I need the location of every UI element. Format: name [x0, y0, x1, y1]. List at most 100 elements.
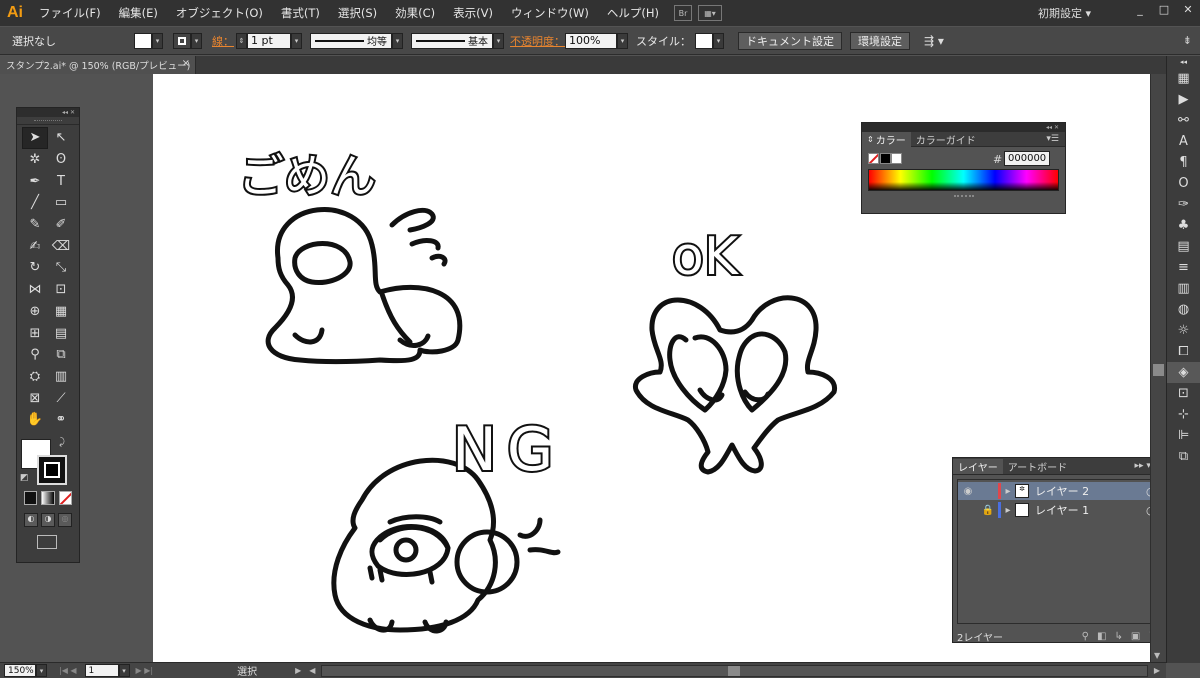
- scroll-down-arrow[interactable]: ▼: [1154, 651, 1160, 660]
- line-tool-icon[interactable]: ╱: [22, 192, 48, 214]
- profile-dropdown[interactable]: ▾: [392, 32, 403, 49]
- opentype-panel-icon[interactable]: O: [1167, 173, 1200, 194]
- draw-behind-icon[interactable]: ◑: [41, 512, 55, 527]
- magic-wand-tool-icon[interactable]: ✲: [22, 149, 48, 171]
- none-swatch[interactable]: [868, 153, 879, 164]
- rectangle-tool-icon[interactable]: ▭: [48, 192, 74, 214]
- type-tool-icon[interactable]: T: [48, 170, 74, 192]
- brushes-panel-icon[interactable]: ✑: [1167, 194, 1200, 215]
- paintbrush-tool-icon[interactable]: ✎: [22, 214, 48, 236]
- links-panel-icon[interactable]: ⚯: [1167, 110, 1200, 131]
- stroke-label[interactable]: 線：: [212, 33, 234, 49]
- tab-layers[interactable]: レイヤー: [953, 458, 1003, 474]
- scroll-thumb[interactable]: [728, 665, 741, 676]
- rotate-tool-icon[interactable]: ↻: [22, 257, 48, 279]
- brush-dropdown[interactable]: ▾: [493, 32, 504, 49]
- symbol-sprayer-tool-icon[interactable]: ⛭: [22, 366, 48, 388]
- stroke-weight-stepper[interactable]: ⇕: [236, 32, 247, 49]
- menu-type[interactable]: 書式(T): [272, 0, 329, 26]
- stroke-weight-dropdown[interactable]: ▾: [291, 32, 302, 49]
- tab-color[interactable]: ⇕ カラー: [862, 131, 911, 147]
- horizontal-scroll-left[interactable]: ◀: [309, 666, 315, 675]
- swatches-panel-icon[interactable]: ⧠: [1167, 341, 1200, 362]
- collapse-icon[interactable]: ◂◂: [1167, 56, 1200, 68]
- zoom-dropdown[interactable]: ▾: [36, 664, 47, 677]
- appearance-panel-icon[interactable]: ☼: [1167, 320, 1200, 341]
- stroke-panel-icon[interactable]: ≡: [1167, 257, 1200, 278]
- hand-tool-icon[interactable]: ✋: [22, 409, 48, 431]
- clipping-mask-icon[interactable]: ◧: [1097, 631, 1106, 642]
- artboard-tool-icon[interactable]: ⊠: [22, 387, 48, 409]
- opacity-label[interactable]: 不透明度：: [510, 33, 565, 49]
- panel-menu-icon[interactable]: ▾☰: [1046, 134, 1065, 144]
- menu-effect[interactable]: 効果(C): [386, 0, 444, 26]
- color-mode-icon[interactable]: [24, 490, 38, 505]
- lock-icon[interactable]: 🔒: [978, 501, 998, 519]
- panel-menu-icon[interactable]: ⇟: [1183, 34, 1192, 47]
- menu-object[interactable]: オブジェクト(O): [167, 0, 272, 26]
- graphic-styles-panel-icon[interactable]: ▤: [1167, 236, 1200, 257]
- graphic-style-dropdown[interactable]: ▾: [713, 32, 724, 49]
- visibility-toggle[interactable]: [958, 501, 978, 519]
- stroke-swatch[interactable]: [173, 32, 191, 49]
- layer-name[interactable]: レイヤー 2: [1035, 483, 1146, 499]
- default-fill-stroke-icon[interactable]: ◩: [20, 473, 29, 483]
- arrange-documents-button[interactable]: ▦▾: [697, 5, 722, 21]
- panel-grip[interactable]: [862, 191, 1065, 197]
- stroke-dropdown[interactable]: ▾: [191, 32, 202, 49]
- last-artboard-icon[interactable]: ▶ ▶|: [136, 666, 154, 675]
- swap-fill-stroke-icon[interactable]: ⤸: [59, 437, 65, 448]
- stroke-color-swatch[interactable]: [37, 454, 67, 485]
- vertical-scrollbar[interactable]: ▼: [1150, 74, 1166, 662]
- scroll-thumb[interactable]: [1153, 364, 1164, 376]
- paragraph-panel-icon[interactable]: ¶: [1167, 152, 1200, 173]
- lock-toggle[interactable]: [978, 482, 998, 500]
- black-swatch[interactable]: [880, 153, 891, 164]
- pencil-tool-icon[interactable]: ✐: [48, 214, 74, 236]
- artboard-number-field[interactable]: 1: [84, 664, 119, 677]
- scale-tool-icon[interactable]: ⤡: [48, 257, 74, 279]
- character-panel-icon[interactable]: A: [1167, 131, 1200, 152]
- panel-grip[interactable]: [17, 117, 79, 125]
- width-tool-icon[interactable]: ⋈: [22, 279, 48, 301]
- zoom-field[interactable]: 150%: [4, 664, 36, 677]
- preferences-button[interactable]: 環境設定: [850, 31, 910, 50]
- graphic-style-swatch[interactable]: [695, 32, 713, 49]
- menu-edit[interactable]: 編集(E): [110, 0, 167, 26]
- new-layer-icon[interactable]: ▣: [1131, 631, 1140, 642]
- gradient-mode-icon[interactable]: [41, 490, 55, 505]
- horizontal-scroll-right[interactable]: ▶: [1154, 666, 1160, 675]
- actions-panel-icon[interactable]: ▶: [1167, 89, 1200, 110]
- shape-builder-tool-icon[interactable]: ⊕: [22, 301, 48, 323]
- free-transform-tool-icon[interactable]: ⊡: [48, 279, 74, 301]
- layers-panel-icon[interactable]: ◈: [1167, 362, 1200, 383]
- artboard-dropdown[interactable]: ▾: [118, 664, 130, 677]
- workspace-switcher[interactable]: 初期設定 ▾: [1038, 5, 1091, 21]
- layer-name[interactable]: レイヤー 1: [1035, 502, 1146, 518]
- stroke-weight-field[interactable]: 1 pt: [247, 32, 291, 49]
- minimize-button[interactable]: _: [1128, 0, 1152, 18]
- draw-inside-icon[interactable]: ◎: [58, 512, 72, 527]
- symbols-panel-icon[interactable]: ♣: [1167, 215, 1200, 236]
- bridge-button[interactable]: Br: [673, 5, 692, 21]
- align-panel-icon[interactable]: ⊫: [1167, 425, 1200, 446]
- expand-triangle-icon[interactable]: ▸: [1001, 501, 1015, 519]
- opacity-dropdown[interactable]: ▾: [617, 32, 628, 49]
- layer-row-2[interactable]: ◉ ▸ ✲ レイヤー 2 ○: [958, 482, 1162, 500]
- blob-brush-tool-icon[interactable]: ✍: [22, 235, 48, 257]
- artboards-panel-icon[interactable]: ⊡: [1167, 383, 1200, 404]
- horizontal-scrollbar[interactable]: [321, 664, 1148, 677]
- eraser-tool-icon[interactable]: ⌫: [48, 235, 74, 257]
- column-graph-tool-icon[interactable]: ▥: [48, 366, 74, 388]
- expand-triangle-icon[interactable]: ▸: [1001, 482, 1015, 500]
- menu-help[interactable]: ヘルプ(H): [598, 0, 668, 26]
- menu-select[interactable]: 選択(S): [329, 0, 386, 26]
- zoom-tool-icon[interactable]: ⚭: [48, 409, 74, 431]
- menu-view[interactable]: 表示(V): [444, 0, 502, 26]
- fill-dropdown[interactable]: ▾: [152, 32, 163, 49]
- close-window-button[interactable]: ✕: [1176, 0, 1200, 18]
- variable-width-profile[interactable]: 均等: [310, 32, 392, 49]
- fill-swatch[interactable]: [134, 32, 152, 49]
- transparency-panel-icon[interactable]: ◍: [1167, 299, 1200, 320]
- grid-panel-icon[interactable]: ▦: [1167, 68, 1200, 89]
